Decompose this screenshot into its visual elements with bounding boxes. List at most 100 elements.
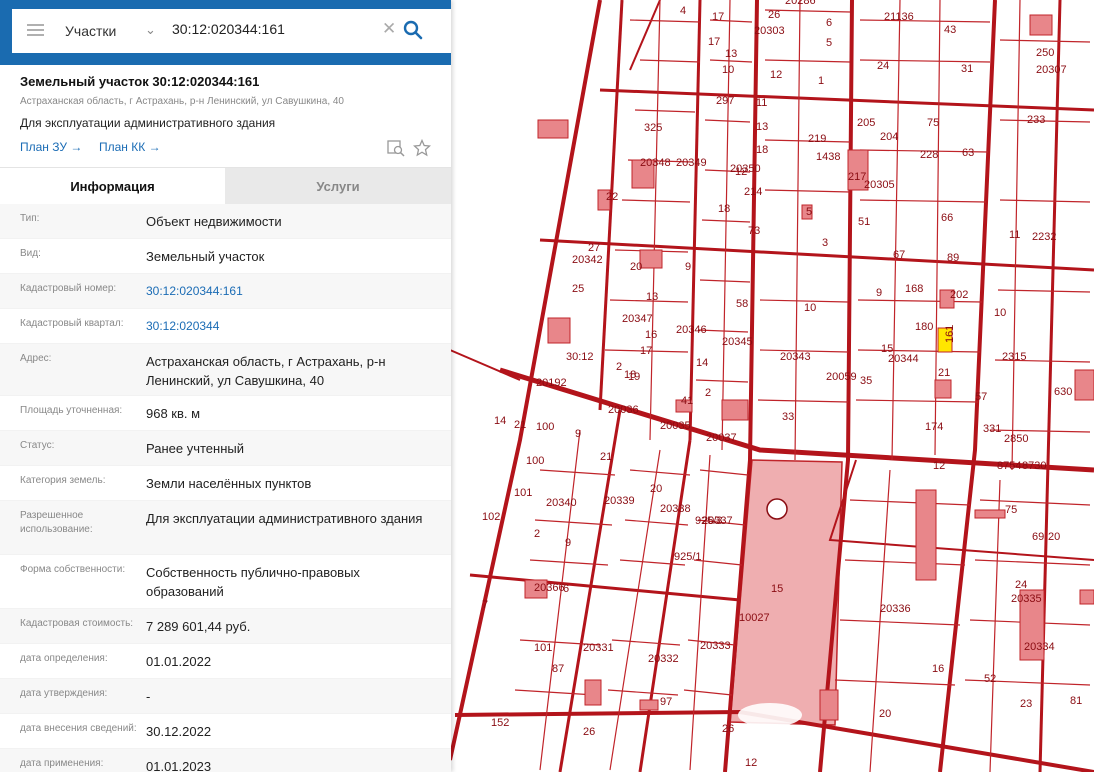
parcel-label: 52 [984,673,996,685]
row-value-link[interactable]: 30:12:020344:161 [146,274,451,308]
table-row: Кадастровая стоимость: 7 289 601,44 руб. [0,609,451,644]
row-key: Кадастровая стоимость: [20,618,134,629]
table-row: Кадастровый номер: 30:12:020344:161 [0,274,451,309]
parcel-label: 6 [563,583,569,595]
parcel-label: 21 [600,451,612,463]
parcel-label: 27 [588,242,600,254]
parcel-label: 20 [879,708,891,720]
parcel-label: 75 [1005,504,1017,516]
parcel-label: 23 [1020,698,1032,710]
parcel-label: 21136 [884,11,914,23]
row-key: дата утверждения: [20,688,108,699]
parcel-label: 20333 [700,640,731,652]
parcel-label: 2 [616,361,622,373]
parcel-label: 100 [536,421,554,433]
parcel-label: 9 [575,428,581,440]
parcel-label: 20 [1048,531,1060,543]
row-key: дата внесения сведений: [20,723,137,734]
row-value: Ранее учтенный [146,441,244,456]
parcel-label: 51 [858,216,870,228]
table-row: Категория земель: Земли населённых пункто… [0,466,451,501]
parcel-label: 24 [1015,579,1027,591]
parcel-label: 2 [534,528,540,540]
selected-parcel-label[interactable]: 161 [944,325,956,343]
parcel-label: 63 [962,147,974,159]
parcel-label: 24 [877,60,889,72]
parcel-label: 233 [1027,114,1045,126]
row-value: Земельный участок [146,249,265,264]
parcel-label: 6 [826,17,832,29]
parcel-label: 16 [645,329,657,341]
parcel-label: 67 [893,249,905,261]
parcel-label: 31 [961,63,973,75]
parcel-label: 219 [808,133,826,145]
chevron-down-icon[interactable]: ⌄ [145,22,156,38]
parcel-label: 20303 [754,25,785,37]
parcel-label: 20334 [1024,641,1055,653]
parcel-label: 20345 [722,336,753,348]
row-key: дата определения: [20,653,108,664]
parcel-label: 297 [716,95,734,107]
parcel-label: 331 [983,423,1001,435]
parcel-label: 8730 [1022,460,1046,472]
parcel-label: 2 [705,387,711,399]
search-icon[interactable] [403,20,423,45]
parcel-label: 11 [756,97,767,109]
parcel-label: 26 [722,723,734,735]
row-key: Площадь уточненная: [20,405,123,416]
parcel-label: 20192 [536,377,567,389]
parcel-label: 20336 [880,603,911,615]
parcel-label: 9 [685,261,691,273]
parcel-label: 15 [771,583,783,595]
tab-bar: Информация Услуги [0,167,451,205]
parcel-label: 20059 [826,371,857,383]
menu-icon[interactable] [27,24,44,36]
parcel-label: 18 [756,144,768,156]
parcel-label: 20307 [1036,64,1067,76]
table-row: дата применения: 01.01.2023 [0,749,451,772]
parcel-label: 20036 [608,404,639,416]
parcel-label: 20 [650,483,662,495]
parcel-label: 2315 [1002,351,1026,363]
parcel-label: 13 [756,121,768,133]
parcel-label: 925/3 [695,515,723,527]
row-value: Земли населённых пунктов [146,476,312,491]
parcel-label: 20340 [546,497,577,509]
search-type-select[interactable]: Участки [65,23,116,39]
plan-zu-link[interactable]: План ЗУ → [20,140,82,154]
parcel-label: 69 [1032,531,1044,543]
parcel-label: 8754 [997,460,1021,472]
preview-icon[interactable] [387,139,405,162]
search-bar: Участки ⌄ ✕ ❮ [0,0,451,65]
parcel-label: 20339 [604,495,635,507]
row-value: 7 289 601,44 руб. [146,619,251,634]
search-input[interactable] [170,20,374,38]
parcel-label: 12 [745,757,757,769]
tab-services[interactable]: Услуги [225,168,451,205]
row-key: дата применения: [20,758,104,769]
parcel-label: 10 [994,307,1006,319]
parcel-label: 4 [680,5,686,17]
table-row: Тип: Объект недвижимости [0,204,451,239]
plan-kk-link[interactable]: План КК → [99,140,161,154]
parcel-label: 87 [552,663,564,675]
parcel-label: 20346 [676,324,707,336]
parcel-label: 97 [660,696,672,708]
tab-info[interactable]: Информация [0,168,225,205]
table-row: Площадь уточненная: 968 кв. м [0,396,451,431]
row-value: Для эксплуатации административного здани… [146,511,423,526]
row-value-link[interactable]: 30:12:020344 [146,309,451,343]
parcel-label: 16 [932,663,944,675]
star-icon[interactable] [412,138,432,162]
row-key: Категория земель: [20,475,106,486]
parcel-label: 228 [920,149,938,161]
property-table: Тип: Объект недвижимости Вид: Земельный уча… [0,204,451,772]
row-key: Адрес: [20,353,52,364]
parcel-label: 325 [644,122,662,134]
table-row: Форма собственности: Собственность публич… [0,555,451,609]
parcel-label: 20331 [583,642,614,654]
parcel-label: 10 [722,64,734,76]
close-icon[interactable]: ✕ [382,19,396,39]
parcel-label: 20286 [785,0,816,7]
parcel-label: 81 [1070,695,1082,707]
